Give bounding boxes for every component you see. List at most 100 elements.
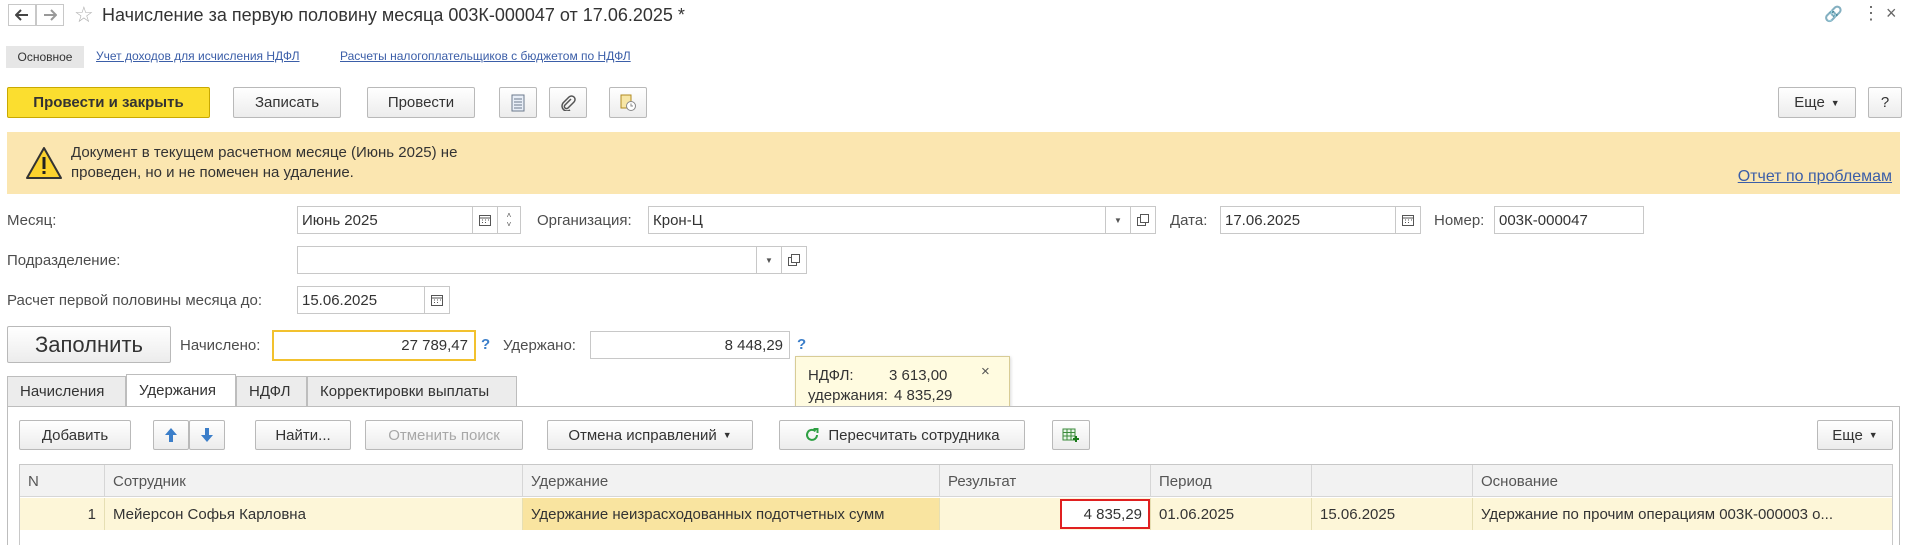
accrued-field[interactable]: 27 789,47 (272, 330, 476, 361)
table-more-label: Еще (1832, 426, 1863, 444)
organization-field[interactable]: Крон-Ц (648, 206, 1106, 234)
division-open-button[interactable] (781, 246, 807, 274)
find-button[interactable]: Найти... (255, 420, 351, 450)
nav-link-budget[interactable]: Расчеты налогоплательщиков с бюджетом по… (340, 49, 631, 63)
spin-down-icon: ˅ (506, 220, 512, 229)
accrued-label: Начислено: (180, 337, 261, 354)
tab-payment-corrections[interactable]: Корректировки выплаты (307, 376, 517, 406)
cell-basis[interactable]: Удержание по прочим операциям 003К-00000… (1473, 498, 1892, 530)
column-header-employee[interactable]: Сотрудник (105, 465, 523, 497)
table-export-button[interactable] (1052, 420, 1090, 450)
calc-until-label: Расчет первой половины месяца до: (7, 292, 262, 309)
table-header: N Сотрудник Удержание Результат Период О… (20, 465, 1892, 497)
arrow-down-icon (201, 428, 213, 442)
withheld-tooltip: НДФЛ: 3 613,00 удержания: 4 835,29 × (795, 356, 1010, 411)
report-button[interactable] (499, 87, 537, 118)
number-field[interactable]: 003К-000047 (1494, 206, 1644, 234)
tab-deductions[interactable]: Удержания (126, 374, 236, 406)
column-header-n[interactable]: N (20, 465, 105, 497)
post-button[interactable]: Провести (367, 87, 475, 118)
dropdown-arrow-icon: ▼ (1114, 215, 1122, 225)
back-button[interactable] (8, 4, 36, 26)
tooltip-ndfl-value: 3 613,00 (889, 367, 948, 384)
result-value-highlight: 4 835,29 (1060, 499, 1150, 529)
arrow-up-icon (165, 428, 177, 442)
cell-employee[interactable]: Мейерсон Софья Карловна (105, 498, 523, 530)
spin-up-icon: ˄ (506, 211, 512, 220)
tab-accruals[interactable]: Начисления (7, 376, 126, 406)
forward-button[interactable] (36, 4, 64, 26)
withheld-help-icon[interactable]: ? (797, 336, 806, 353)
division-field[interactable] (297, 246, 757, 274)
division-dropdown-button[interactable]: ▼ (756, 246, 782, 274)
tooltip-deductions-label: удержания: (808, 387, 888, 404)
withheld-label: Удержано: (503, 337, 576, 354)
cancel-corrections-button[interactable]: Отмена исправлений ▼ (547, 420, 753, 450)
warning-triangle-icon (26, 147, 62, 179)
cell-result[interactable]: 4 835,29 (940, 498, 1151, 530)
chevron-down-icon: ▼ (1830, 97, 1840, 108)
structure-button[interactable] (609, 87, 647, 118)
tooltip-close-icon[interactable]: × (981, 363, 990, 380)
division-label: Подразделение: (7, 252, 121, 269)
more-button[interactable]: Еще ▼ (1778, 87, 1856, 118)
dropdown-arrow-icon: ▼ (765, 255, 773, 265)
cell-period-end[interactable]: 15.06.2025 (1312, 498, 1473, 530)
attach-button[interactable] (549, 87, 587, 118)
chevron-down-icon: ▼ (722, 430, 732, 440)
month-label: Месяц: (7, 212, 57, 229)
calendar-icon (479, 215, 491, 226)
column-header-deduction[interactable]: Удержание (523, 465, 940, 497)
nav-link-income[interactable]: Учет доходов для исчисления НДФЛ (96, 49, 300, 63)
more-label: Еще (1794, 94, 1825, 111)
date-label: Дата: (1170, 212, 1208, 229)
month-field[interactable]: Июнь 2025 (297, 206, 473, 234)
help-button[interactable]: ? (1868, 87, 1902, 118)
column-header-period-end[interactable] (1312, 465, 1473, 497)
calc-until-calendar-button[interactable] (424, 286, 450, 314)
warning-text: Документ в текущем расчетном месяце (Июн… (71, 144, 458, 181)
organization-label: Организация: (537, 212, 632, 229)
date-field[interactable]: 17.06.2025 (1220, 206, 1396, 234)
cell-period-start[interactable]: 01.06.2025 (1151, 498, 1312, 530)
warning-panel: Документ в текущем расчетном месяце (Июн… (7, 132, 1900, 194)
arrow-left-icon (15, 9, 28, 21)
post-and-close-button[interactable]: Провести и закрыть (7, 87, 210, 118)
column-header-period[interactable]: Период (1151, 465, 1312, 497)
table-add-icon (1062, 428, 1079, 442)
deductions-table: N Сотрудник Удержание Результат Период О… (19, 464, 1893, 545)
table-row[interactable]: 1 Мейерсон Софья Карловна Удержание неиз… (20, 498, 1892, 530)
organization-open-button[interactable] (1130, 206, 1156, 234)
withheld-field[interactable]: 8 448,29 (590, 331, 790, 359)
fill-button[interactable]: Заполнить (7, 326, 171, 363)
number-label: Номер: (1434, 212, 1485, 229)
column-header-basis[interactable]: Основание (1473, 465, 1892, 497)
cancel-search-button[interactable]: Отменить поиск (365, 420, 523, 450)
move-down-button[interactable] (189, 420, 225, 450)
document-clock-icon (620, 94, 636, 111)
add-row-button[interactable]: Добавить (19, 420, 131, 450)
column-header-result[interactable]: Результат (940, 465, 1151, 497)
save-button[interactable]: Записать (233, 87, 341, 118)
tooltip-deductions-value: 4 835,29 (894, 387, 953, 404)
problems-report-link[interactable]: Отчет по проблемам (1738, 168, 1892, 186)
table-more-button[interactable]: Еще ▼ (1817, 420, 1893, 450)
tab-ndfl[interactable]: НДФЛ (236, 376, 307, 406)
month-spinner[interactable]: ˄ ˅ (497, 206, 521, 234)
recalc-employee-button[interactable]: Пересчитать сотрудника (779, 420, 1025, 450)
arrow-right-icon (44, 9, 57, 21)
favorite-star-icon[interactable]: ☆ (74, 2, 94, 28)
close-icon[interactable]: × (1886, 3, 1897, 24)
calc-until-field[interactable]: 15.06.2025 (297, 286, 425, 314)
open-window-icon (1137, 214, 1149, 226)
tooltip-ndfl-label: НДФЛ: (808, 367, 854, 384)
accrued-help-icon[interactable]: ? (481, 336, 490, 353)
date-calendar-button[interactable] (1395, 206, 1421, 234)
month-calendar-button[interactable] (472, 206, 498, 234)
nav-tab-main[interactable]: Основное (6, 46, 84, 68)
cell-deduction[interactable]: Удержание неизрасходованных подотчетных … (523, 498, 940, 530)
organization-dropdown-button[interactable]: ▼ (1105, 206, 1131, 234)
move-up-button[interactable] (153, 420, 189, 450)
link-icon[interactable]: 🔗 (1824, 5, 1843, 23)
menu-dots-icon[interactable]: ⋮ (1862, 3, 1880, 24)
